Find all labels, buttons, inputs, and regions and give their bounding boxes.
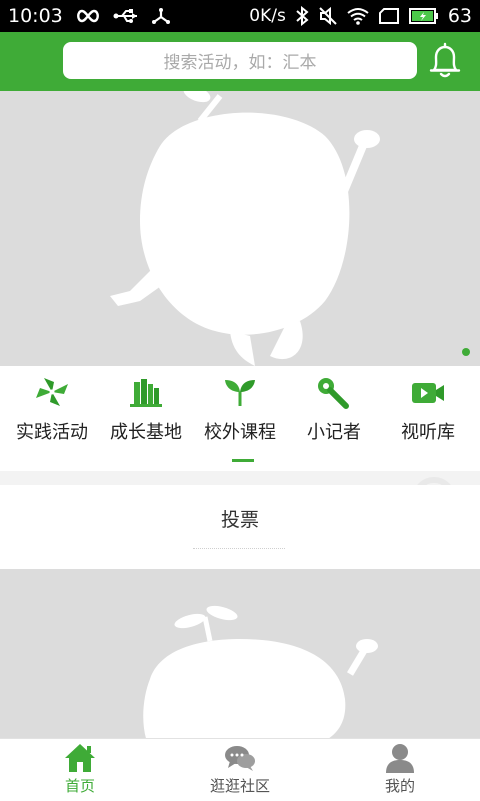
category-item-jidi[interactable]: 成长基地 [98,366,194,466]
pinwheel-icon [34,376,70,410]
usb-icon [113,8,139,24]
net-speed: 0K/s [249,6,286,26]
mute-icon [318,6,338,26]
category-item-shiting[interactable]: 视听库 [380,366,476,466]
category-item-jizhe[interactable]: 小记者 [286,366,382,466]
search-input[interactable]: 搜索活动，如：汇本 [63,42,417,79]
status-bar: 10:03 0K/s 63 [0,0,480,32]
category-label: 实践活动 [16,422,88,443]
placeholder-mascot-image [143,605,378,739]
sim-icon [378,7,400,25]
category-label: 成长基地 [110,422,182,443]
wifi-icon [347,7,369,25]
vote-section[interactable]: 投票 [0,485,480,569]
category-item-shijian[interactable]: 实践活动 [4,366,100,466]
tab-home[interactable]: 首页 [0,739,160,801]
app-header: 搜索活动，如：汇本 [0,32,480,91]
usb-debug-icon [151,7,171,25]
user-icon [384,743,416,773]
carousel-indicator[interactable] [462,348,470,356]
books-icon [128,376,164,410]
video-camera-icon [410,376,446,410]
status-time: 10:03 [8,5,63,27]
placeholder-mascot-image [110,91,380,366]
battery-icon [408,7,439,25]
tab-label: 逛逛社区 [209,777,270,795]
tab-community[interactable]: 逛逛社区 [160,739,320,801]
category-label: 校外课程 [204,422,276,443]
bluetooth-icon [295,6,309,26]
tab-label: 我的 [384,777,415,795]
category-item-kecheng[interactable]: 校外课程 [192,366,288,466]
vote-title-underline [193,548,285,549]
tab-label: 首页 [64,777,95,795]
bell-icon[interactable] [428,42,462,80]
bottom-tab-bar: 首页 逛逛社区 我的 [0,738,480,801]
battery-level: 63 [447,5,472,27]
search-placeholder: 搜索活动，如：汇本 [163,53,317,73]
section-divider [0,471,480,485]
category-label: 小记者 [307,422,361,443]
vote-card-image[interactable] [0,569,480,739]
sprout-icon [222,376,258,410]
banner-carousel[interactable] [0,91,480,366]
microphone-icon [316,376,352,410]
home-icon [64,743,96,773]
infinity-icon [75,9,101,23]
category-menu: 实践活动 成长基地 校外课程 小记者 视听库 [0,366,480,471]
category-active-indicator [232,459,254,462]
vote-title: 投票 [220,509,259,531]
tab-profile[interactable]: 我的 [320,739,480,801]
chat-bubbles-icon [224,743,256,773]
category-label: 视听库 [401,422,455,443]
